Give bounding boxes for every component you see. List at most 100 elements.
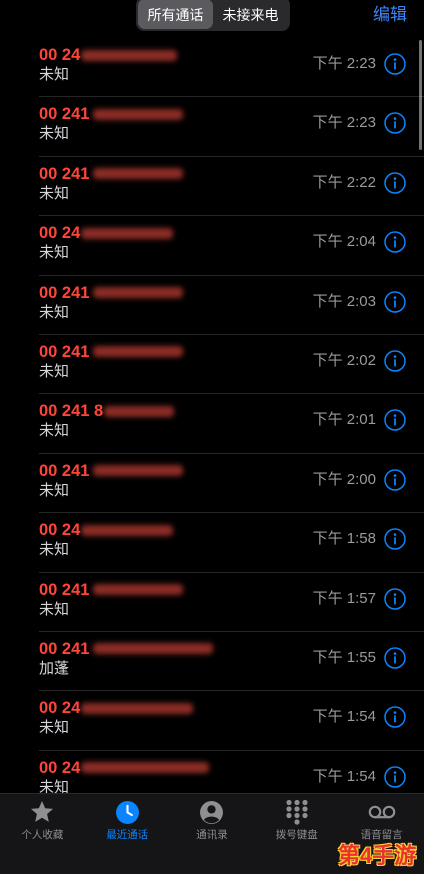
redacted-number (93, 465, 184, 477)
call-time: 下午 1:57 (312, 589, 376, 607)
call-number: 00 241 (39, 164, 90, 183)
redacted-number (81, 762, 210, 774)
call-number-line: 00 241 (39, 283, 184, 303)
contacts-icon (199, 799, 224, 825)
call-number-line: 00 24 (39, 758, 210, 778)
redacted-number (81, 524, 174, 536)
segment-all-calls[interactable]: 所有通话 (138, 0, 213, 29)
info-icon[interactable] (384, 112, 406, 135)
call-number-line: 00 24 (39, 520, 174, 540)
info-icon[interactable] (384, 231, 406, 253)
call-row[interactable]: 00 241 未知 下午 2:02 (0, 335, 424, 395)
call-number: 00 241 (39, 580, 90, 599)
call-number: 00 24 (39, 224, 81, 243)
info-icon[interactable] (384, 706, 406, 729)
call-row[interactable]: 00 241 未知 下午 2:22 (0, 157, 424, 217)
call-row[interactable]: 00 241 8 未知 下午 2:01 (0, 394, 424, 455)
call-time: 下午 1:55 (312, 648, 376, 666)
redacted-number (81, 49, 178, 61)
call-number-line: 00 24 (39, 45, 178, 65)
call-number: 00 241 (39, 461, 90, 480)
info-icon[interactable] (384, 350, 406, 372)
tab-keypad[interactable]: 拨号键盘 (254, 794, 339, 874)
recents-list[interactable]: 00 24 未知 下午 2:23 00 241 未知 下午 2:23 00 24… (0, 38, 424, 874)
call-location: 未知 (39, 66, 70, 83)
call-location: 未知 (39, 125, 70, 143)
call-number: 00 241 (39, 105, 90, 124)
redacted-number (81, 702, 194, 714)
call-number: 00 24 (39, 521, 81, 540)
call-time: 下午 2:01 (312, 411, 376, 429)
redacted-number (93, 168, 184, 180)
call-row[interactable]: 00 241 未知 下午 1:57 (0, 573, 424, 633)
info-icon[interactable] (384, 587, 406, 610)
call-time: 下午 1:54 (312, 767, 376, 785)
tab-label: 个人收藏 (21, 829, 64, 841)
call-number-line: 00 241 (39, 342, 184, 362)
call-time: 下午 2:22 (312, 173, 376, 191)
tab-favorites[interactable]: 个人收藏 (0, 794, 85, 874)
info-icon[interactable] (384, 528, 406, 550)
info-icon[interactable] (384, 53, 406, 75)
call-number-line: 00 241 (39, 164, 184, 184)
call-number-line: 00 241 (39, 639, 214, 659)
redacted-number (93, 643, 214, 655)
call-time: 下午 2:03 (312, 292, 376, 310)
redacted-number (93, 584, 184, 596)
call-location: 未知 (39, 481, 70, 499)
call-row[interactable]: 00 241 未知 下午 2:03 (0, 276, 424, 336)
info-icon[interactable] (384, 647, 406, 669)
call-number: 00 241 (39, 639, 90, 658)
call-location: 未知 (39, 541, 70, 559)
segment-missed-calls[interactable]: 未接来电 (213, 0, 288, 29)
star-icon (29, 799, 55, 825)
redacted-number (104, 405, 175, 417)
call-number-line: 00 24 (39, 223, 174, 243)
call-time: 下午 2:23 (312, 114, 376, 132)
call-number-line: 00 241 8 (39, 401, 175, 421)
call-number: 00 24 (39, 46, 81, 64)
call-row[interactable]: 00 241 未知 下午 2:23 (0, 97, 424, 158)
call-number: 00 241 8 (39, 402, 104, 421)
call-row[interactable]: 00 24 未知 下午 1:58 (0, 513, 424, 573)
call-location: 未知 (39, 719, 70, 737)
call-time: 下午 2:23 (312, 55, 376, 72)
navigation-bar: 所有通话 未接来电 编辑 (0, 0, 424, 38)
info-icon[interactable] (384, 468, 406, 491)
info-icon[interactable] (384, 172, 406, 194)
call-number-line: 00 241 (39, 580, 184, 600)
keypad-icon (285, 799, 309, 825)
tab-label: 语音留言 (360, 829, 403, 841)
info-icon[interactable] (384, 409, 406, 432)
watermark-text: 第4手游 (338, 843, 417, 868)
call-row[interactable]: 00 24 未知 下午 1:54 (0, 691, 424, 752)
call-location: 未知 (39, 600, 70, 618)
tab-recents[interactable]: 最近通话 (85, 794, 170, 874)
edit-button[interactable]: 编辑 (373, 4, 407, 26)
redacted-number (93, 287, 184, 299)
call-location: 未知 (39, 244, 70, 262)
call-time: 下午 1:54 (312, 708, 376, 726)
tab-contacts[interactable]: 通讯录 (170, 794, 255, 874)
call-row[interactable]: 00 24 未知 下午 2:04 (0, 216, 424, 276)
call-row[interactable]: 00 241 加蓬 下午 1:55 (0, 632, 424, 692)
call-time: 下午 2:04 (312, 233, 376, 251)
tab-label: 最近通话 (106, 829, 149, 841)
redacted-number (93, 346, 184, 358)
call-time: 下午 2:00 (312, 470, 376, 488)
calls-filter-segmented-control: 所有通话 未接来电 (136, 0, 290, 31)
tab-label: 拨号键盘 (275, 829, 318, 841)
tab-label: 通讯录 (196, 829, 228, 841)
call-row[interactable]: 00 241 未知 下午 2:00 (0, 454, 424, 514)
call-number: 00 241 (39, 342, 90, 361)
info-icon[interactable] (384, 290, 406, 313)
call-location: 未知 (39, 422, 70, 440)
call-number: 00 241 (39, 283, 90, 302)
clock-icon (115, 799, 140, 825)
call-location: 未知 (39, 362, 70, 380)
scroll-indicator[interactable] (419, 40, 422, 150)
call-time: 下午 1:58 (312, 530, 376, 548)
call-row[interactable]: 00 24 未知 下午 2:23 (0, 38, 424, 98)
info-icon[interactable] (384, 765, 406, 788)
voicemail-icon (367, 799, 397, 825)
